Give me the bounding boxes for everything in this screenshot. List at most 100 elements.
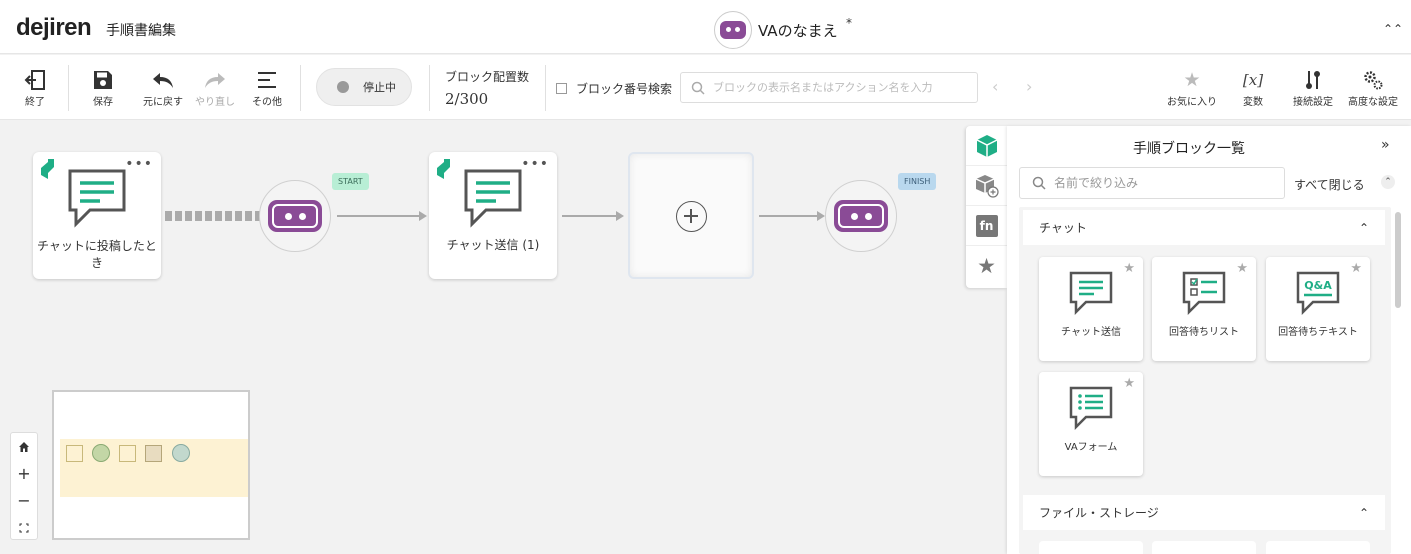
trigger-block-label: チャットに投稿したとき [37,239,157,270]
star-icon: ★ [977,254,996,278]
block-filter[interactable] [1019,167,1285,199]
tab-functions[interactable]: fn [966,206,1007,246]
brand-logo: dejiren [16,14,92,41]
chat-send-block[interactable]: ••• チャット送信 (1) [429,152,557,279]
search-icon [1032,176,1046,190]
cube-add-icon [975,174,999,198]
menu-icon [248,67,286,93]
zoom-out-button[interactable]: − [11,487,37,514]
page-title: 手順書編集 [106,23,176,39]
fullscreen-icon[interactable] [11,514,37,541]
scrollbar[interactable] [1395,212,1401,308]
tab-custom-blocks[interactable] [966,166,1007,206]
tab-blocks[interactable] [966,126,1007,166]
chat-icon [464,169,522,228]
undo-icon [140,67,186,93]
save-icon [86,67,120,93]
app-header: dejiren 手順書編集 VAのなまえ * ⌃⌃ [0,0,1411,54]
block-count: ブロック配置数 2/300 [445,70,530,108]
robot-icon [834,200,888,232]
connector [759,215,819,217]
start-node[interactable] [259,180,331,252]
checkbox[interactable] [556,83,567,94]
va-identity: VAのなまえ [714,11,838,49]
va-name: VAのなまえ [758,21,838,40]
plus-icon[interactable] [676,201,707,232]
block-card-va-form[interactable]: ★ VAフォーム [1039,372,1143,476]
chevron-up-icon[interactable]: ⌃ [1359,221,1369,235]
exit-icon [18,67,52,93]
connection-settings-button[interactable]: 接続設定 [1290,67,1336,108]
robot-icon [720,21,746,39]
zoom-in-button[interactable]: + [11,460,37,487]
block-list[interactable]: チャット ⌃ ★ チャット送信 ★ 回答待ちリスト ★ Q&A 回答待ちテキスト… [1019,207,1391,554]
run-toggle[interactable]: 停止中 [316,68,412,106]
block-search-input[interactable] [713,81,973,94]
zoom-controls: + − [10,432,38,540]
block-card-chat-send[interactable]: ★ チャット送信 [1039,257,1143,361]
add-block-slot[interactable] [628,152,754,279]
close-all-button[interactable]: すべて閉じる [1294,176,1365,193]
start-flag: START [332,173,369,190]
panel-title: 手順ブロック一覧 [1133,141,1245,157]
prev-result-icon[interactable]: ‹ [992,77,998,96]
form-icon [1069,386,1113,430]
minimap[interactable] [52,390,250,540]
save-button[interactable]: 保存 [86,67,120,108]
home-icon[interactable] [11,433,37,460]
block-filter-input[interactable] [1054,176,1274,190]
chat-icon [1069,271,1113,315]
qa-icon: Q&A [1296,271,1340,315]
star-icon[interactable]: ★ [1123,261,1135,276]
chat-icon [68,169,126,228]
connector [562,215,618,217]
star-icon[interactable]: ★ [1123,376,1135,391]
next-result-icon[interactable]: › [1026,77,1032,96]
connector [337,215,421,217]
trigger-block[interactable]: ••• チャットに投稿したとき [33,152,161,279]
chat-send-block-label: チャット送信 (1) [446,238,540,252]
chevron-up-icon[interactable]: ⌃ [1359,506,1369,520]
finish-flag: FINISH [898,173,937,190]
block-search[interactable] [680,72,978,103]
trigger-connector [165,211,261,221]
advanced-settings-button[interactable]: 高度な設定 [1346,67,1400,108]
other-menu-button[interactable]: その他 [248,67,286,108]
redo-icon [192,67,238,93]
chevron-up-icon[interactable]: ⌃ [1381,175,1395,189]
star-icon[interactable]: ★ [1236,261,1248,276]
dejiren-logo-icon [41,159,54,179]
search-icon [691,81,705,95]
section-file-storage-header[interactable]: ファイル・ストレージ ⌃ [1023,495,1385,530]
exit-button[interactable]: 終了 [18,67,52,108]
unsaved-mark: * [846,16,852,30]
block-menu-icon[interactable]: ••• [125,156,153,172]
checklist-icon [1182,271,1226,315]
panel-tab-rail: fn ★ [966,126,1007,288]
block-number-search-checkbox[interactable]: ブロック番号検索 [556,80,672,97]
toolbar: 終了 保存 元に戻す やり直し その他 停止中 ブロック配置数 2/300 ブロ… [0,55,1411,120]
cube-icon [976,134,997,157]
connection-icon [1290,67,1336,93]
block-card-answer-text[interactable]: ★ Q&A 回答待ちテキスト [1266,257,1370,361]
variable-icon: [x] [1242,71,1264,89]
block-menu-icon[interactable]: ••• [521,156,549,172]
finish-node[interactable] [825,180,897,252]
tab-favorites[interactable]: ★ [966,246,1007,286]
dejiren-logo-icon [437,159,450,179]
robot-icon [268,200,322,232]
star-icon: ★ [1183,69,1201,91]
undo-button[interactable]: 元に戻す [140,67,186,108]
block-list-panel: 手順ブロック一覧 » すべて閉じる ⌃ チャット ⌃ ★ チャット送信 ★ 回答… [1007,126,1411,554]
variables-button[interactable]: [x] 変数 [1236,67,1270,108]
redo-button[interactable]: やり直し [192,67,238,108]
section-chat-header[interactable]: チャット ⌃ [1023,210,1385,245]
collapse-header-icon[interactable]: ⌃⌃ [1383,22,1403,36]
function-icon: fn [975,214,998,237]
star-icon[interactable]: ★ [1350,261,1362,276]
toggle-knob [337,81,349,93]
favorites-button[interactable]: ★ お気に入り [1166,67,1218,108]
block-card-answer-list[interactable]: ★ 回答待ちリスト [1152,257,1256,361]
collapse-panel-icon[interactable]: » [1381,137,1390,153]
svg-text:Q&A: Q&A [1304,279,1332,292]
